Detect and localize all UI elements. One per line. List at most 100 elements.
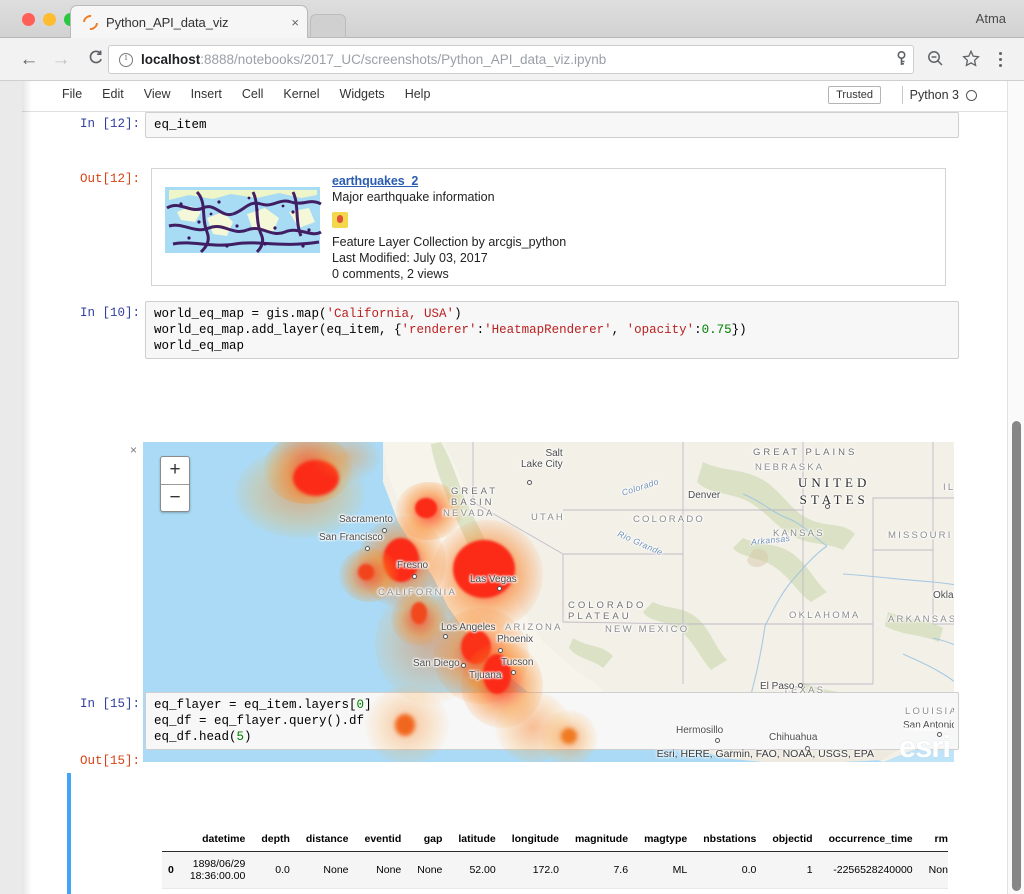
cell-index: 0 — [162, 852, 182, 889]
page-left-shadow — [22, 81, 32, 894]
item-card[interactable]: earthquakes_2 Major earthquake informati… — [151, 168, 946, 286]
city-dot — [715, 738, 720, 743]
cell-latitude: 52.00 — [450, 852, 503, 889]
profile-name[interactable]: Atma — [976, 11, 1006, 26]
zoom-out-icon[interactable] — [927, 50, 944, 72]
map-attribution: Esri, HERE, Garmin, FAO, NOAA, USGS, EPA — [657, 748, 874, 760]
bookmark-star-icon[interactable] — [962, 50, 980, 72]
in-prompt-15: In [15]: — [62, 697, 140, 711]
address-bar-host: localhost — [141, 52, 200, 67]
city-dot — [511, 670, 516, 675]
close-tab-button[interactable]: × — [269, 15, 299, 30]
item-snippet: Major earthquake information — [332, 190, 939, 204]
feature-layer-icon — [332, 212, 348, 228]
new-tab-button[interactable] — [310, 14, 346, 38]
menu-kernel[interactable]: Kernel — [283, 87, 319, 101]
heat-blob-hot — [411, 602, 427, 624]
out-prompt-12: Out[12]: — [62, 172, 140, 186]
cell-rms: None — [921, 889, 948, 894]
menu-view[interactable]: View — [144, 87, 171, 101]
map-label-san-diego: San Diego — [413, 658, 460, 669]
menu-help[interactable]: Help — [405, 87, 431, 101]
map-zoom-controls[interactable]: + − — [160, 456, 190, 512]
city-dot — [498, 648, 503, 653]
map-label-arkansas: ARKANSAS — [888, 614, 954, 625]
heat-blob-hot — [453, 540, 515, 598]
map-label-great-basin: GREAT BASIN — [451, 486, 498, 508]
jupyter-loading-icon — [80, 11, 101, 32]
reload-glyph — [87, 49, 104, 66]
city-dot — [798, 683, 803, 688]
kernel-indicator[interactable]: Python 3 — [910, 88, 977, 102]
three-dot-menu-icon[interactable] — [992, 49, 1008, 69]
cell-nbstations: 0.0 — [695, 852, 764, 889]
cell-occurrence-time: -2256528240000 — [821, 852, 921, 889]
kernel-idle-circle-icon — [966, 90, 977, 101]
code-line-2-m1: : — [477, 323, 485, 337]
city-dot — [443, 634, 448, 639]
code-line-1b: ) — [454, 307, 462, 321]
page-left-gutter — [0, 81, 22, 894]
browser-tab[interactable]: Python_API_data_viz × — [70, 5, 308, 38]
col-magtype: magtype — [636, 830, 695, 852]
item-info: earthquakes_2 Major earthquake informati… — [332, 174, 939, 282]
zoom-in-button[interactable]: + — [161, 457, 189, 485]
cell-magtype: ML — [636, 852, 695, 889]
site-info-icon[interactable] — [119, 53, 133, 67]
menu-widgets[interactable]: Widgets — [340, 87, 385, 101]
city-dot — [412, 574, 417, 579]
omnibox-icon-group — [894, 50, 980, 72]
address-bar-url: localhost:8888/notebooks/2017_UC/screens… — [141, 52, 606, 67]
map-label-denver: Denver — [688, 490, 720, 501]
cell-objectid: 2 — [764, 889, 820, 894]
map-label-utah: UTAH — [531, 512, 565, 523]
cell-distance: None — [298, 889, 357, 894]
table-row: 0 1898/06/29 18:36:00.00 0.0 None None N… — [162, 852, 948, 889]
col-objectid: objectid — [764, 830, 820, 852]
menu-file[interactable]: File — [62, 87, 82, 101]
minimize-window-button[interactable] — [43, 13, 56, 26]
map-label-san-francisco: San Francisco — [319, 532, 383, 543]
back-arrow-icon[interactable]: ← — [18, 49, 40, 71]
col-longitude: longitude — [504, 830, 567, 852]
reload-icon[interactable] — [84, 49, 106, 71]
selected-cell-indicator — [67, 773, 71, 894]
item-modified: Last Modified: July 03, 2017 — [332, 250, 939, 266]
map-label-nebraska: NEBRASKA — [755, 462, 824, 473]
close-map-widget-button[interactable]: × — [130, 443, 137, 457]
item-title-link[interactable]: earthquakes_2 — [332, 174, 939, 188]
browser-titlebar: Python_API_data_viz × Atma — [0, 0, 1024, 38]
col-index — [162, 830, 182, 852]
cell-latitude: 50.71 — [450, 889, 503, 894]
code-input-eq-item[interactable]: eq_item — [145, 112, 959, 138]
cell-magnitude: 7.6 — [567, 852, 636, 889]
code-line-2-number: 0.75 — [702, 323, 732, 337]
cell-magtype: ML — [636, 889, 695, 894]
menu-cell[interactable]: Cell — [242, 87, 264, 101]
page-scrollbar-thumb[interactable] — [1012, 421, 1021, 891]
address-bar[interactable]: localhost:8888/notebooks/2017_UC/screens… — [108, 45, 914, 74]
code-line-2-s1: 'renderer' — [402, 323, 477, 337]
df-code-2: eq_df = eq_flayer.query().df — [154, 714, 364, 728]
trusted-badge[interactable]: Trusted — [828, 86, 881, 104]
map-label-oklahoma: OKLAHOMA — [789, 610, 860, 621]
kernel-name: Python 3 — [910, 88, 959, 102]
item-owner: Feature Layer Collection by arcgis_pytho… — [332, 234, 939, 250]
col-occurrence-time: occurrence_time — [821, 830, 921, 852]
map-label-illinois: IL — [943, 482, 954, 493]
dataframe-output[interactable]: datetime depth distance eventid gap lati… — [162, 830, 948, 894]
in-prompt-10: In [10]: — [62, 306, 140, 320]
forward-arrow-icon[interactable]: → — [50, 49, 72, 71]
window-controls — [22, 13, 77, 26]
close-window-button[interactable] — [22, 13, 35, 26]
menu-edit[interactable]: Edit — [102, 87, 124, 101]
key-icon[interactable] — [894, 51, 909, 72]
code-input-map[interactable]: world_eq_map = gis.map('California, USA'… — [145, 301, 959, 359]
page-scrollbar-track[interactable] — [1007, 81, 1024, 894]
table-header-row: datetime depth distance eventid gap lati… — [162, 830, 948, 852]
menu-insert[interactable]: Insert — [191, 87, 222, 101]
zoom-out-button[interactable]: − — [161, 485, 189, 512]
code-line-2b: }) — [732, 323, 747, 337]
df-code-1-num: 0 — [357, 698, 365, 712]
item-stats: 0 comments, 2 views — [332, 266, 939, 282]
